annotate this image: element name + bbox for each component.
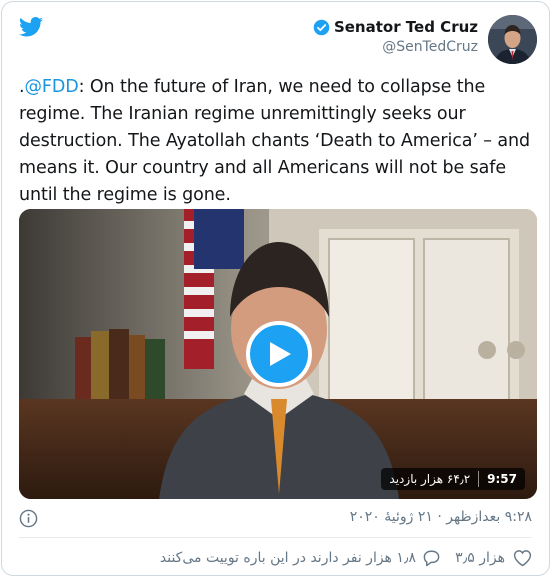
author-block[interactable]: Senator Ted Cruz @SenTedCruz (313, 18, 478, 55)
author-name[interactable]: Senator Ted Cruz (334, 18, 478, 36)
like-button[interactable]: ۳٫۵ هزار (455, 549, 532, 567)
video-badge: ۶۴٫۲ هزار بازدید 9:57 (381, 468, 525, 490)
tweet-timestamp[interactable]: ۹:۲۸ بعدازظهر · ۲۱ ژوئیهٔ ۲۰۲۰ (350, 509, 532, 525)
mention-link[interactable]: @FDD (24, 77, 78, 97)
play-icon (270, 342, 291, 366)
video-player[interactable]: ۶۴٫۲ هزار بازدید 9:57 (19, 209, 537, 499)
verified-badge-icon (313, 19, 330, 35)
video-duration: 9:57 (487, 472, 517, 486)
info-icon[interactable] (19, 509, 38, 528)
conversation-link[interactable]: ۱٫۸ هزار نفر دارند در این باره توییت می‌… (160, 549, 441, 567)
action-bar: ۳٫۵ هزار ۱٫۸ هزار نفر دارند در این باره … (2, 549, 549, 571)
conversation-text: ۱٫۸ هزار نفر دارند در این باره توییت می‌… (159, 550, 416, 566)
heart-icon (513, 550, 532, 567)
divider (19, 537, 532, 538)
like-count: ۳٫۵ هزار (455, 550, 505, 566)
video-views: ۶۴٫۲ هزار بازدید (389, 472, 471, 486)
play-button[interactable] (246, 321, 312, 387)
reply-bubble-icon (423, 550, 440, 567)
text-body: : On the future of Iran, we need to coll… (19, 77, 531, 205)
author-handle[interactable]: @SenTedCruz (313, 39, 478, 55)
avatar-portrait (488, 15, 537, 64)
tweet-card: Senator Ted Cruz @SenTedCruz .@FDD: On t… (1, 1, 550, 576)
twitter-logo-icon[interactable] (19, 17, 43, 37)
tweet-text: .@FDD: On the future of Iran, we need to… (19, 74, 539, 209)
avatar[interactable] (488, 15, 537, 64)
